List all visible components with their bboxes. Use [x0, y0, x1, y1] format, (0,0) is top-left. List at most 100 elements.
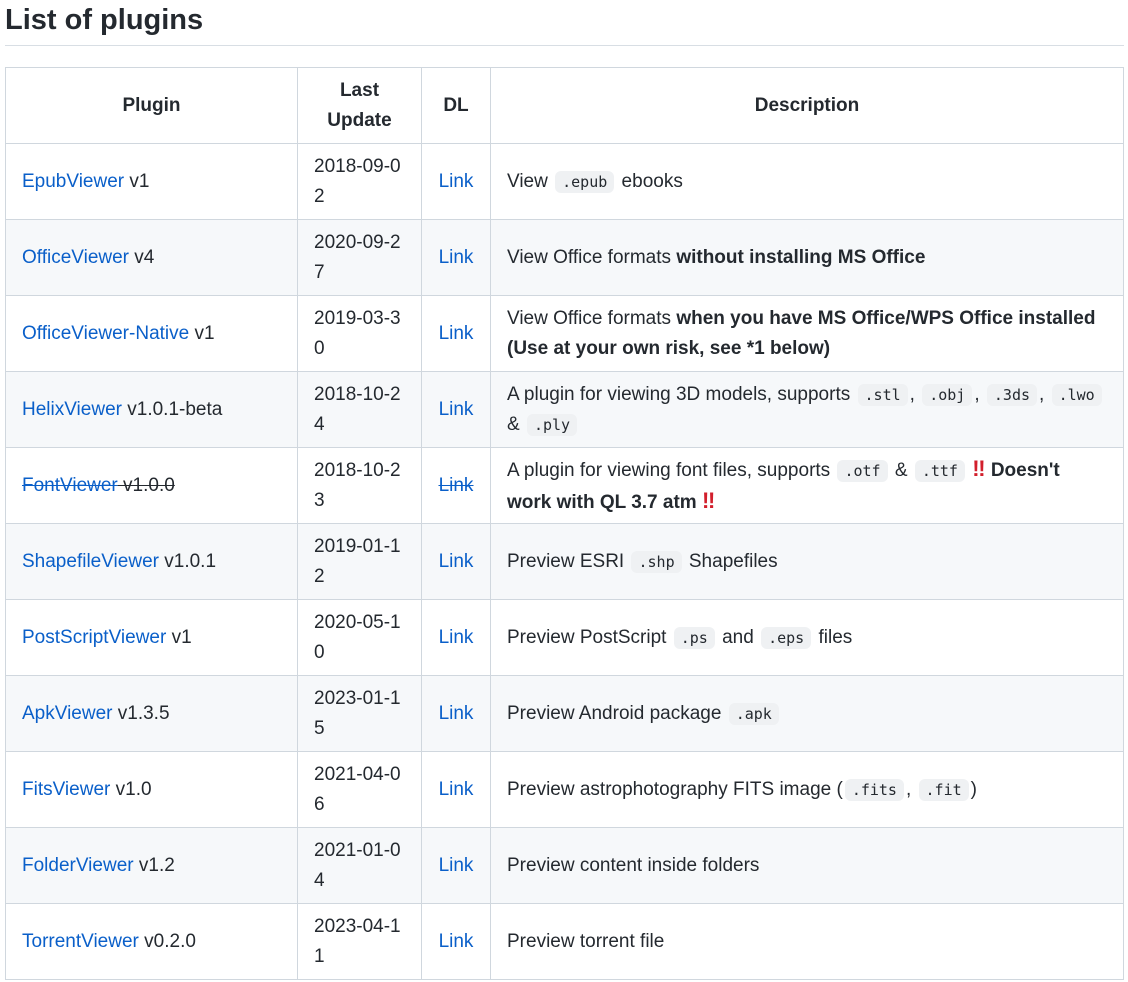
plugin-version: v1: [124, 170, 150, 192]
file-extension: .eps: [761, 626, 812, 649]
plugin-cell: ApkViewer v1.3.5: [5, 675, 298, 752]
plugin-link[interactable]: OfficeViewer-Native: [22, 323, 189, 344]
description-text: A plugin for viewing 3D models, supports: [507, 383, 856, 405]
download-link[interactable]: Link: [439, 855, 474, 876]
plugin-version: v1: [189, 322, 215, 344]
description-text: Preview ESRI: [507, 550, 630, 572]
plugin-link[interactable]: FolderViewer: [22, 855, 134, 876]
table-row: EpubViewer v1 2018-09-02 Link View .epub…: [5, 143, 1124, 220]
download-link[interactable]: Link: [439, 323, 474, 344]
description-text: and: [716, 626, 760, 648]
header-last-update: Last Update: [297, 67, 422, 144]
plugin-link[interactable]: OfficeViewer: [22, 247, 129, 268]
description-text: files: [813, 626, 853, 648]
plugin-cell: TorrentViewer v0.2.0: [5, 903, 298, 980]
description-text: &: [507, 413, 525, 435]
plugin-version: v1.0.1-beta: [121, 398, 223, 420]
description-cell: View Office formats when you have MS Off…: [490, 295, 1124, 372]
dl-cell: Link: [421, 295, 491, 372]
header-description: Description: [490, 67, 1124, 144]
download-link[interactable]: Link: [439, 703, 474, 724]
last-update-date: 2020-09-27: [314, 231, 401, 283]
table-row: ApkViewer v1.3.5 2023-01-15 Link Preview…: [5, 675, 1124, 752]
last-update-date: 2019-03-30: [314, 307, 401, 359]
file-extension: .otf: [837, 459, 888, 482]
plugin-link[interactable]: HelixViewer: [22, 399, 122, 420]
description-text: Shapefiles: [683, 550, 778, 572]
date-cell: 2018-10-24: [297, 371, 422, 448]
description-text: ,: [905, 778, 917, 800]
plugin-link[interactable]: PostScriptViewer: [22, 627, 166, 648]
download-link[interactable]: Link: [439, 475, 474, 496]
plugin-cell: EpubViewer v1: [5, 143, 298, 220]
description-text: Preview Android package: [507, 702, 727, 724]
plugin-cell: OfficeViewer v4: [5, 219, 298, 296]
file-extension: .stl: [857, 383, 908, 406]
dl-cell: Link: [421, 523, 491, 600]
dl-cell: Link: [421, 827, 491, 904]
description-text: ,: [974, 383, 985, 405]
dl-cell: Link: [421, 903, 491, 980]
plugin-link[interactable]: EpubViewer: [22, 171, 124, 192]
table-header-row: Plugin Last Update DL Description: [5, 67, 1124, 144]
date-cell: 2018-10-23: [297, 447, 422, 524]
description-text: ,: [1039, 383, 1050, 405]
download-link[interactable]: Link: [439, 627, 474, 648]
file-extension: .lwo: [1051, 383, 1102, 406]
download-link[interactable]: Link: [439, 931, 474, 952]
description-text: ): [970, 778, 977, 800]
dl-cell: Link: [421, 143, 491, 220]
plugin-version: v1: [166, 626, 192, 648]
plugin-link[interactable]: FitsViewer: [22, 779, 110, 800]
description-cell: A plugin for viewing font files, support…: [490, 447, 1124, 524]
date-cell: 2020-09-27: [297, 219, 422, 296]
download-link[interactable]: Link: [439, 779, 474, 800]
file-extension: .ttf: [914, 459, 965, 482]
plugin-cell: PostScriptViewer v1: [5, 599, 298, 676]
description-cell: View Office formats without installing M…: [490, 219, 1124, 296]
description-text: ebooks: [616, 170, 683, 192]
dl-cell: Link: [421, 599, 491, 676]
double-exclamation-icon: ‼: [972, 455, 986, 481]
plugin-cell: OfficeViewer-Native v1: [5, 295, 298, 372]
plugin-version: v1.3.5: [112, 702, 170, 724]
dl-cell: Link: [421, 219, 491, 296]
table-row: PostScriptViewer v1 2020-05-10 Link Prev…: [5, 599, 1124, 676]
header-dl: DL: [421, 67, 491, 144]
download-link[interactable]: Link: [439, 247, 474, 268]
plugin-link[interactable]: ShapefileViewer: [22, 551, 159, 572]
plugin-link[interactable]: ApkViewer: [22, 703, 112, 724]
file-extension: .ply: [526, 413, 578, 436]
table-row: ShapefileViewer v1.0.1 2019-01-12 Link P…: [5, 523, 1124, 600]
last-update-date: 2023-01-15: [314, 687, 401, 739]
plugin-cell: HelixViewer v1.0.1-beta: [5, 371, 298, 448]
date-cell: 2019-01-12: [297, 523, 422, 600]
plugin-version: v1.0.1: [158, 550, 217, 572]
date-cell: 2021-01-04: [297, 827, 422, 904]
plugins-table: Plugin Last Update DL Description EpubVi…: [5, 67, 1124, 980]
plugin-link[interactable]: TorrentViewer: [22, 931, 139, 952]
file-extension: .epub: [555, 170, 615, 193]
last-update-date: 2021-04-06: [314, 763, 401, 815]
heading-divider: [5, 45, 1124, 46]
last-update-date: 2018-10-23: [314, 459, 401, 511]
plugin-link[interactable]: FontViewer: [22, 475, 118, 496]
dl-cell: Link: [421, 675, 491, 752]
file-extension: .3ds: [986, 383, 1038, 406]
description-text: Preview PostScript: [507, 626, 672, 648]
description-text: ,: [909, 383, 921, 405]
download-link[interactable]: Link: [439, 551, 474, 572]
download-link[interactable]: Link: [439, 399, 474, 420]
plugin-version: v1.0.0: [117, 474, 175, 496]
table-row: FontViewer v1.0.0 2018-10-23 Link A plug…: [5, 447, 1124, 524]
download-link[interactable]: Link: [439, 171, 474, 192]
last-update-date: 2021-01-04: [314, 839, 401, 891]
description-cell: Preview ESRI .shp Shapefiles: [490, 523, 1124, 600]
last-update-date: 2019-01-12: [314, 535, 401, 587]
date-cell: 2019-03-30: [297, 295, 422, 372]
description-cell: A plugin for viewing 3D models, supports…: [490, 371, 1124, 448]
file-extension: .fit: [918, 778, 969, 801]
table-row: FitsViewer v1.0 2021-04-06 Link Preview …: [5, 751, 1124, 828]
dl-cell: Link: [421, 371, 491, 448]
date-cell: 2021-04-06: [297, 751, 422, 828]
